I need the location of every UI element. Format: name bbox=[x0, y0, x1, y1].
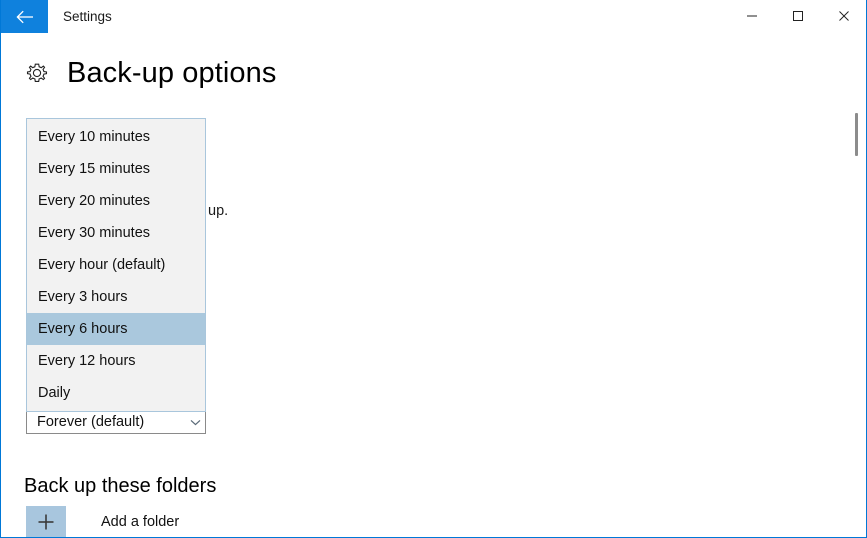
vertical-scrollbar[interactable] bbox=[849, 33, 865, 537]
add-folder-button[interactable]: Add a folder bbox=[26, 506, 180, 537]
dropdown-option-every-6-hours[interactable]: Every 6 hours bbox=[27, 313, 205, 345]
maximize-icon bbox=[792, 10, 804, 22]
dropdown-option-every-12-hours[interactable]: Every 12 hours bbox=[27, 345, 205, 377]
minimize-button[interactable] bbox=[729, 0, 775, 32]
dropdown-option-every-20-minutes[interactable]: Every 20 minutes bbox=[27, 185, 205, 217]
plus-icon bbox=[26, 506, 66, 537]
close-icon bbox=[838, 10, 850, 22]
add-folder-label: Add a folder bbox=[101, 514, 180, 530]
backup-frequency-description: up. bbox=[208, 203, 229, 219]
dropdown-option-every-10-minutes[interactable]: Every 10 minutes bbox=[27, 121, 205, 153]
dropdown-option-every-15-minutes[interactable]: Every 15 minutes bbox=[27, 153, 205, 185]
dropdown-option-every-30-minutes[interactable]: Every 30 minutes bbox=[27, 217, 205, 249]
arrow-left-icon bbox=[14, 9, 36, 25]
title-bar: Settings bbox=[1, 0, 866, 33]
dropdown-option-every-3-hours[interactable]: Every 3 hours bbox=[27, 281, 205, 313]
keep-backups-value: Forever (default) bbox=[37, 414, 145, 430]
dropdown-option-every-hour-default[interactable]: Every hour (default) bbox=[27, 249, 205, 281]
page-title: Back-up options bbox=[67, 57, 277, 89]
chevron-down-icon bbox=[185, 419, 205, 426]
maximize-button[interactable] bbox=[775, 0, 821, 32]
scrollbar-thumb[interactable] bbox=[855, 113, 858, 156]
gear-icon bbox=[24, 60, 50, 86]
page-header: Back-up options bbox=[24, 53, 276, 93]
backup-frequency-dropdown-list[interactable]: Every 10 minutes Every 15 minutes Every … bbox=[26, 118, 206, 412]
minimize-icon bbox=[746, 10, 758, 22]
caption-button-group bbox=[729, 0, 866, 32]
backup-folders-heading: Back up these folders bbox=[24, 475, 217, 497]
settings-window: Settings Back-up options up. Forever (de… bbox=[0, 0, 867, 538]
close-button[interactable] bbox=[821, 0, 866, 32]
window-title: Settings bbox=[63, 9, 112, 24]
dropdown-option-daily[interactable]: Daily bbox=[27, 377, 205, 409]
keep-backups-combobox[interactable]: Forever (default) bbox=[26, 410, 206, 434]
back-button[interactable] bbox=[1, 0, 48, 33]
